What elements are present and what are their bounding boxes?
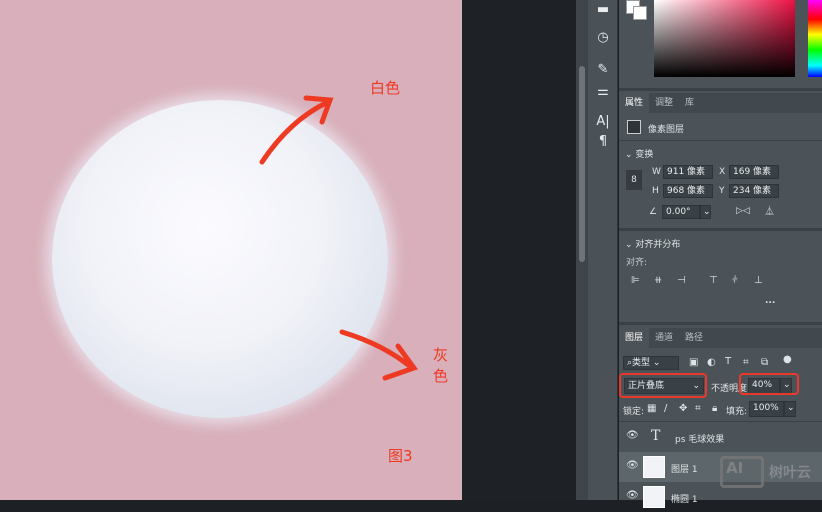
align-title: 对齐并分布 (635, 240, 681, 250)
adjustments-icon[interactable]: ⚌ (592, 82, 614, 102)
divider (619, 322, 822, 325)
scrollbar-thumb[interactable] (579, 66, 585, 262)
annotation-arrows (259, 95, 419, 381)
filter-smart-object-icon[interactable]: ⧉ (761, 357, 768, 368)
tab-libraries[interactable]: 库 (679, 93, 700, 113)
filter-label: 类型 (632, 358, 651, 368)
tab-channels[interactable]: 通道 (649, 328, 679, 348)
height-input[interactable]: 968 像素 (663, 184, 713, 198)
filter-toggle-icon[interactable]: ● (783, 354, 792, 365)
align-top-icon[interactable]: ⊤ (709, 275, 718, 286)
align-label: 对齐: (626, 258, 648, 268)
lock-transparent-icon[interactable]: ▦ (647, 403, 656, 414)
layer-filter-select[interactable]: ⌕类型 ⌄ (623, 356, 679, 370)
layer-name: 图层 1 (671, 465, 698, 475)
layer-row[interactable]: 👁︎ T ps 毛球效果 (619, 422, 822, 452)
tab-layers[interactable]: 图层 (619, 328, 650, 348)
fill-input[interactable]: 100% (749, 401, 784, 417)
tab-adjustments[interactable]: 调整 (649, 93, 679, 113)
align-left-icon[interactable]: ⊫ (631, 275, 640, 286)
paragraph-icon[interactable]: ¶ (592, 132, 614, 152)
figure-label: 图3 (388, 447, 413, 465)
fill-dropdown[interactable]: ⌄ (784, 401, 796, 417)
align-right-icon[interactable]: ⊣ (677, 275, 686, 286)
w-label: W (652, 167, 661, 177)
document-canvas[interactable]: 白色 灰色 图3 (0, 0, 462, 500)
color-field[interactable] (654, 0, 795, 77)
highlight-opacity (739, 373, 799, 395)
x-label: X (719, 167, 726, 177)
divider (619, 140, 822, 141)
right-panel: 属性 调整 库 像素图层 ⌄ 变换 8 W 911 像素 X 169 像素 H … (619, 0, 822, 508)
panel-icon-strip: ▬ ◷ ✎ ⚌ A| ¶ (588, 0, 618, 500)
watermark-logo: AI (720, 456, 764, 488)
label-white: 白色 (370, 79, 401, 97)
width-input[interactable]: 911 像素 (663, 165, 713, 179)
divider (619, 228, 822, 231)
transform-title: 变换 (635, 150, 654, 160)
more-options-button[interactable]: ... (765, 296, 775, 306)
lock-artboard-icon[interactable]: ⌗ (695, 403, 701, 414)
workspace-background (462, 0, 576, 500)
pixel-layer-icon (627, 120, 641, 134)
angle-dropdown[interactable]: ⌄ (700, 205, 711, 219)
flip-vertical-icon[interactable]: ⏅ (765, 204, 774, 217)
filter-pixel-icon[interactable]: ▣ (689, 357, 698, 368)
align-section-title[interactable]: ⌄ 对齐并分布 (625, 237, 680, 250)
arrow-white (259, 95, 334, 165)
divider (619, 88, 822, 91)
fill-label: 填充: (726, 407, 748, 417)
watermark-text: 树叶云 (769, 465, 811, 481)
flip-horizontal-icon[interactable]: ▷◁ (736, 206, 750, 216)
align-center-horizontal-icon[interactable]: ⧺ (654, 275, 662, 286)
chevron-down-icon: ⌄ (625, 240, 636, 250)
eye-icon[interactable]: 👁︎ (626, 490, 639, 501)
character-icon[interactable]: A| (592, 112, 614, 132)
align-bottom-icon[interactable]: ⊥ (754, 275, 763, 286)
properties-tabs: 属性 调整 库 (619, 93, 822, 113)
history-icon[interactable]: ◷ (592, 28, 614, 48)
label-gray: 灰色 (433, 346, 449, 385)
layer-kind: 像素图层 (648, 125, 685, 135)
comments-icon[interactable]: ▬ (592, 0, 614, 20)
tab-properties[interactable]: 属性 (619, 93, 650, 113)
eye-icon[interactable]: 👁︎ (626, 460, 639, 471)
lock-position-icon[interactable]: ✥ (679, 403, 687, 414)
lock-all-icon[interactable]: 🔒︎ (712, 403, 717, 414)
eye-icon[interactable]: 👁︎ (626, 430, 639, 441)
text-layer-icon: T (651, 428, 661, 444)
transform-section-title[interactable]: ⌄ 变换 (625, 147, 653, 160)
brush-settings-icon[interactable]: ✎ (592, 60, 614, 80)
filter-adjustment-icon[interactable]: ◐ (707, 357, 716, 368)
highlight-blend-mode (619, 373, 707, 398)
y-label: Y (719, 186, 725, 196)
align-middle-vertical-icon[interactable]: ⫩ (732, 275, 738, 286)
lock-label: 锁定: (623, 407, 645, 417)
layers-tabs: 图层 通道 路径 (619, 328, 822, 348)
filter-type-icon[interactable]: T (725, 356, 731, 367)
h-label: H (652, 186, 659, 196)
hue-slider[interactable] (808, 0, 822, 77)
layer-name: ps 毛球效果 (675, 435, 725, 445)
angle-input[interactable]: 0.00° (662, 205, 700, 219)
layer-thumbnail (643, 456, 665, 478)
layer-name: 椭圆 1 (671, 495, 698, 505)
x-input[interactable]: 169 像素 (729, 165, 779, 179)
layer-thumbnail (643, 486, 665, 508)
arrow-gray (339, 329, 419, 381)
chevron-down-icon: ⌄ (625, 150, 636, 160)
angle-icon: ∠ (649, 207, 658, 217)
filter-shape-icon[interactable]: ⌗ (743, 357, 749, 368)
y-input[interactable]: 234 像素 (729, 184, 779, 198)
background-color-swatch[interactable] (633, 6, 647, 20)
tab-paths[interactable]: 路径 (679, 328, 709, 348)
link-icon[interactable]: 8 (626, 170, 642, 190)
lock-paint-icon[interactable]: / (664, 403, 667, 414)
